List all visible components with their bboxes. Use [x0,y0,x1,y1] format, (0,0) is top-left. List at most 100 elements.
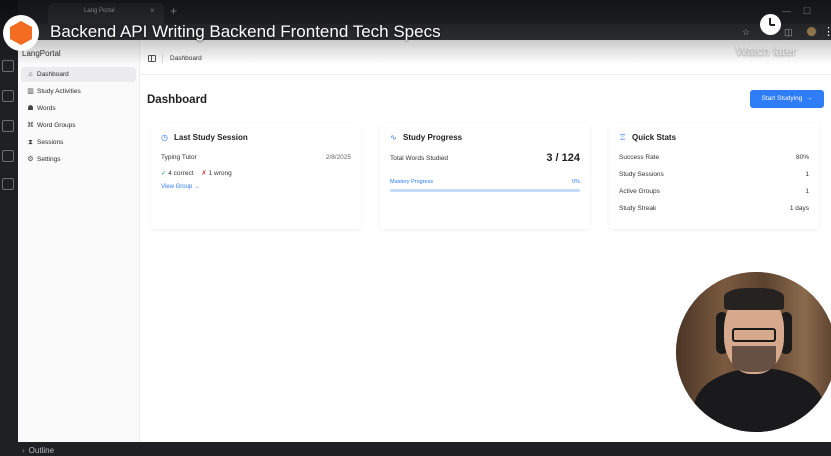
x-icon: ✗ [201,170,207,177]
video-title[interactable]: Backend API Writing Backend Frontend Tec… [50,22,441,42]
sidebar-item-label: Study Activities [37,88,81,95]
stat-value: 80% [795,154,809,161]
card-heading-text: Last Study Session [174,133,248,142]
explorer-icon[interactable] [2,60,14,72]
outline-section[interactable]: › Outline [22,446,54,455]
sidebar-item-word-groups[interactable]: ⌘ Word Groups [21,118,136,133]
clock-icon: ◷ [161,133,168,142]
study-progress-card: ∿ Study Progress Total Words Studied 3 / … [380,123,590,229]
vscode-activity-bar [0,0,18,456]
session-date: 2/8/2025 [325,154,351,161]
session-activity-row: Typing Tutor 2/8/2025 [161,154,351,161]
quick-stats-card: ♖ Quick Stats Success Rate 80% Study Sess… [609,123,819,229]
mastery-row: Mastery Progress 0% [390,179,580,185]
profile-avatar[interactable] [806,26,817,37]
gear-icon: ⚙ [27,156,34,163]
wrong-count: 1 wrong [208,170,232,177]
maximize-icon[interactable]: ☐ [803,6,811,17]
divider [140,74,831,75]
correct-count: 4 correct [168,170,194,177]
stat-value: 1 [805,188,809,195]
sidebar-item-label: Settings [37,156,61,163]
book-icon: ▥ [27,88,34,95]
presenter-webcam [676,272,831,432]
source-control-icon[interactable] [2,90,14,102]
check-icon: ✓ [161,170,167,177]
vscode-bottom-bar: › Outline [0,442,831,456]
total-words-row: Total Words Studied 3 / 124 [390,152,580,164]
view-group-label: View Group [161,184,193,190]
sidebar-item-words[interactable]: ☗ Words [21,101,136,116]
sidebar-item-settings[interactable]: ⚙ Settings [21,152,136,167]
new-tab-button[interactable]: + [170,4,177,18]
divider [162,53,163,63]
breadcrumb[interactable]: Dashboard [170,55,202,62]
chevron-right-icon: › [22,446,25,455]
home-icon: ⌂ [28,71,33,78]
arrow-right-icon: → [804,95,813,102]
extensions-icon[interactable] [2,178,14,190]
presenter-glasses [732,328,776,342]
channel-avatar[interactable] [3,15,39,51]
card-heading: ∿ Study Progress [390,133,462,142]
card-heading-text: Quick Stats [632,133,677,142]
presenter-hair [724,288,784,310]
stat-value: 1 [805,171,809,178]
start-studying-label: Start Studying [761,95,803,102]
stat-label: Study Sessions [619,171,664,178]
watch-later-clock-icon[interactable] [760,14,781,35]
card-heading: ◷ Last Study Session [161,133,248,142]
sidebar-item-sessions[interactable]: ⧗ Sessions [21,135,136,150]
session-results-row: ✓ 4 correct ✗ 1 wrong [161,169,351,177]
outline-label: Outline [28,446,55,455]
mastery-label: Mastery Progress [390,179,434,185]
start-studying-button[interactable]: Start Studying → [750,90,824,108]
screen: › Outline Lang Portal × + — ☐ ☆ ◫ LangPor… [0,0,831,456]
stat-row: Active Groups 1 [619,188,809,195]
bookmark-star-icon[interactable]: ☆ [742,27,750,38]
session-activity: Typing Tutor [161,154,197,161]
sidebar: LangPortal ⌂ Dashboard ▥ Study Activitie… [18,40,140,442]
stat-row: Study Sessions 1 [619,171,809,178]
presenter-beard [732,346,776,372]
run-debug-icon[interactable] [2,120,14,132]
minimize-icon[interactable]: — [782,6,791,16]
sidebar-item-label: Words [37,105,56,112]
total-words-label: Total Words Studied [390,155,449,162]
stat-value: 1 days [789,205,809,212]
toggle-sidebar-icon[interactable] [148,55,156,62]
mastery-value: 0% [572,179,580,185]
hexagon-logo-icon [10,21,32,45]
stat-row: Success Rate 80% [619,154,809,161]
stat-label: Study Streak [619,205,657,212]
sidebar-item-label: Word Groups [37,122,76,129]
stat-label: Success Rate [619,154,660,161]
grid-icon: ⌘ [27,122,34,129]
total-words-value: 3 / 124 [546,152,580,164]
extensions-icon[interactable]: ◫ [784,27,793,38]
card-heading-text: Study Progress [403,133,463,142]
sidebar-item-label: Sessions [37,139,64,146]
sidebar-item-study-activities[interactable]: ▥ Study Activities [21,84,136,99]
browser-tab-bar: Lang Portal × + — ☐ [18,0,831,24]
sidebar-item-label: Dashboard [37,71,69,78]
tab-title: Lang Portal [84,8,115,14]
card-heading: ♖ Quick Stats [619,133,676,142]
view-group-link[interactable]: View Group → [161,183,351,190]
more-options-icon[interactable]: ⋮ [823,25,831,38]
page-title: Dashboard [147,94,208,106]
close-tab-icon[interactable]: × [150,6,155,15]
activity-icon: ∿ [390,133,397,142]
watch-later-label[interactable]: Watch later [736,44,796,58]
brand-name: LangPortal [22,49,61,58]
users-icon: ☗ [27,105,34,112]
last-study-session-card: ◷ Last Study Session Typing Tutor 2/8/202… [151,123,361,229]
remote-explorer-icon[interactable] [2,150,14,162]
stat-row: Study Streak 1 days [619,205,809,212]
arrow-right-icon: → [194,184,201,190]
sidebar-item-dashboard[interactable]: ⌂ Dashboard [21,67,136,82]
hourglass-icon: ⧗ [28,139,33,146]
stat-label: Active Groups [619,188,660,195]
trophy-icon: ♖ [619,133,627,142]
mastery-progress-bar [390,189,580,192]
